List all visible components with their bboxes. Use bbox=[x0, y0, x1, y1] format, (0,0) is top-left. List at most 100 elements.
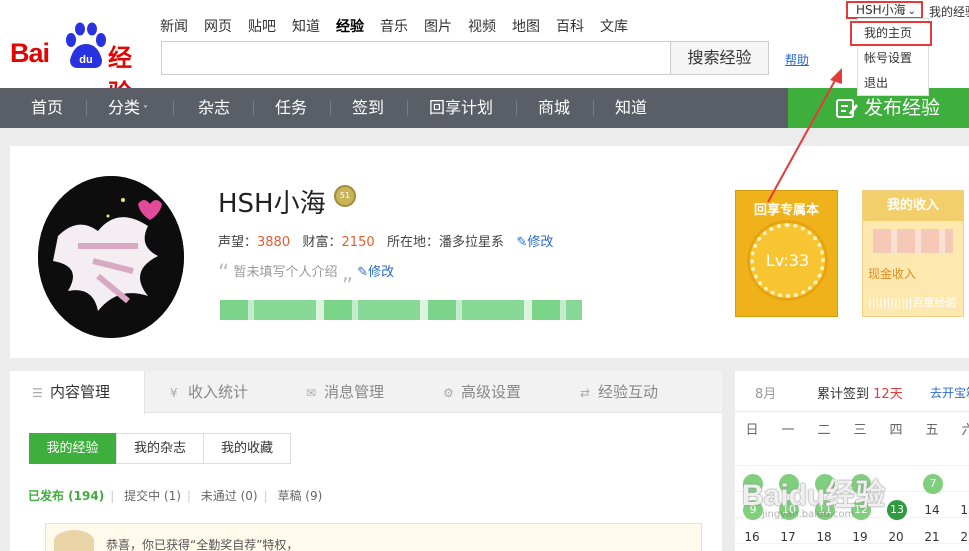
topnav-tieba[interactable]: 贴吧 bbox=[248, 16, 276, 36]
help-link[interactable]: 帮助 bbox=[785, 51, 809, 68]
weekday-label: 四 bbox=[889, 423, 903, 438]
top-nav: 新闻 网页 贴吧 知道 经验 音乐 图片 视频 地图 百科 文库 bbox=[160, 16, 644, 36]
topnav-news[interactable]: 新闻 bbox=[160, 16, 188, 36]
edit-location-label: 修改 bbox=[527, 235, 554, 250]
blurred-income-value bbox=[873, 229, 953, 253]
tab-label: 内容管理 bbox=[50, 383, 111, 401]
mainnav-divider bbox=[407, 100, 408, 116]
level-badge[interactable]: 51 bbox=[334, 185, 356, 207]
edit-intro-link[interactable]: ✎修改 bbox=[357, 265, 394, 280]
share-plan-level: Lv:33 bbox=[765, 251, 810, 270]
user-menu-button[interactable]: HSH小海 ⌄ bbox=[846, 1, 923, 19]
blurred-badges bbox=[220, 300, 582, 320]
tab-advanced-settings[interactable]: ⚙ 高级设置 bbox=[443, 371, 563, 413]
mainnav-signin[interactable]: 签到 bbox=[352, 88, 384, 128]
profile-stats: 声望：3880 财富：2150 所在地：潘多拉星系 ✎修改 bbox=[218, 231, 553, 250]
logo-bai-text: Bai bbox=[10, 38, 50, 68]
user-name: HSH小海 bbox=[856, 3, 906, 17]
topnav-video[interactable]: 视频 bbox=[468, 16, 496, 36]
calendar-day-today[interactable]: 13 bbox=[887, 500, 907, 520]
topnav-zhidao[interactable]: 知道 bbox=[292, 16, 320, 36]
reputation-label: 声望： bbox=[218, 235, 258, 250]
topnav-music[interactable]: 音乐 bbox=[380, 16, 408, 36]
calendar-day-signed[interactable]: 7 bbox=[923, 474, 943, 494]
tab-interaction[interactable]: ⇄ 经验互动 bbox=[580, 371, 700, 413]
gear-icon: ⚙ bbox=[443, 386, 454, 400]
weekday-label: 五 bbox=[925, 423, 939, 438]
filter-draft[interactable]: 草稿 (9) bbox=[277, 489, 322, 503]
calendar-total-prefix: 累计签到 bbox=[817, 387, 870, 402]
mainnav-category-label: 分类 bbox=[108, 98, 141, 117]
watermark-url: jingyan.baidu.com bbox=[762, 509, 855, 520]
mainnav-tasks[interactable]: 任务 bbox=[275, 88, 307, 128]
calendar-day[interactable]: 14 bbox=[914, 498, 950, 522]
subtab-my-favorites[interactable]: 我的收藏 bbox=[203, 433, 291, 464]
calendar-day[interactable]: 18 bbox=[806, 525, 842, 549]
mainnav-divider bbox=[593, 100, 594, 116]
wealth-label: 财富： bbox=[302, 235, 342, 250]
calendar-day[interactable]: 21 bbox=[914, 525, 950, 549]
dropdown-logout[interactable]: 退出 bbox=[858, 71, 928, 96]
tab-income-stats[interactable]: ¥ 收入统计 bbox=[170, 371, 290, 413]
tab-label: 收入统计 bbox=[188, 383, 249, 401]
calendar-day[interactable]: 20 bbox=[878, 525, 914, 549]
share-plan-title: 回享专属本 bbox=[753, 203, 819, 218]
open-treasure-link[interactable]: 去开宝箱 bbox=[930, 384, 969, 401]
share-plan-card[interactable]: 回享专属本 Lv:33 bbox=[735, 190, 838, 317]
calendar-day[interactable]: 16 bbox=[734, 525, 770, 549]
mainnav-magazine[interactable]: 杂志 bbox=[198, 88, 230, 128]
list-icon: ☰ bbox=[32, 386, 43, 400]
topnav-jingyan[interactable]: 经验 bbox=[336, 16, 364, 36]
dropdown-my-homepage[interactable]: 我的主页 bbox=[850, 21, 932, 46]
status-filter: 已发布 (194) | 提交中 (1) | 未通过 (0) | 草稿 (9) bbox=[28, 489, 323, 503]
tab-content-management[interactable]: ☰ 内容管理 bbox=[10, 371, 145, 414]
mainnav-divider bbox=[173, 100, 174, 116]
user-avatar[interactable] bbox=[38, 176, 184, 338]
filter-published[interactable]: 已发布 (194) bbox=[28, 489, 104, 503]
tab-messages[interactable]: ✉ 消息管理 bbox=[306, 371, 426, 413]
profile-intro: “ 暂未填写个人介绍 „ ✎修改 bbox=[218, 261, 394, 286]
calendar-day[interactable]: 19 bbox=[842, 525, 878, 549]
calendar-day[interactable]: 22 bbox=[950, 525, 969, 549]
calendar-total: 累计签到 12天 bbox=[817, 383, 903, 402]
search-button[interactable]: 搜索经验 bbox=[670, 41, 769, 75]
search-input[interactable] bbox=[161, 41, 671, 75]
topnav-wenku[interactable]: 文库 bbox=[600, 16, 628, 36]
income-card[interactable]: 我的收入 现金收入 ||||||||||||百度经验 bbox=[862, 190, 964, 317]
weekday-label: 二 bbox=[817, 423, 831, 438]
filter-rejected[interactable]: 未通过 (0) bbox=[201, 489, 258, 503]
baidu-jingyan-watermark: Baidu经验 bbox=[742, 479, 886, 512]
filter-submitting[interactable]: 提交中 (1) bbox=[124, 489, 181, 503]
calendar-day[interactable]: 17 bbox=[770, 525, 806, 549]
level-ring: Lv:33 bbox=[750, 223, 825, 298]
mainnav-store[interactable]: 商城 bbox=[538, 88, 570, 128]
chevron-down-icon: ⌄ bbox=[907, 6, 917, 17]
weekday-label: 日 bbox=[745, 423, 759, 438]
mainnav-category[interactable]: 分类 ˅ bbox=[108, 88, 148, 128]
baidu-paw-icon: du bbox=[66, 22, 106, 68]
avatar-image bbox=[38, 176, 184, 338]
subtab-my-jingyan[interactable]: 我的经验 bbox=[29, 433, 116, 464]
yen-icon: ¥ bbox=[170, 386, 178, 400]
chevron-down-icon: ˅ bbox=[143, 105, 149, 116]
mainnav-zhidao[interactable]: 知道 bbox=[615, 88, 647, 128]
calendar-day[interactable]: 15 bbox=[950, 498, 969, 522]
topnav-baike[interactable]: 百科 bbox=[556, 16, 584, 36]
subtab-my-magazine[interactable]: 我的杂志 bbox=[116, 433, 204, 464]
location-value: 潘多拉星系 bbox=[439, 235, 505, 250]
mainnav-share-plan[interactable]: 回享计划 bbox=[429, 88, 493, 128]
wealth-value: 2150 bbox=[341, 235, 375, 250]
topnav-web[interactable]: 网页 bbox=[204, 16, 232, 36]
mainnav-divider bbox=[86, 100, 87, 116]
topnav-images[interactable]: 图片 bbox=[424, 16, 452, 36]
mainnav-divider bbox=[253, 100, 254, 116]
my-jingyan-link[interactable]: 我的经验 bbox=[929, 3, 969, 20]
trophy-icon bbox=[54, 530, 94, 551]
mail-icon: ✉ bbox=[306, 386, 317, 400]
profile-username: HSH小海 bbox=[218, 189, 326, 219]
mainnav-home[interactable]: 首页 bbox=[31, 88, 63, 128]
income-footer: ||||||||||||百度经验 bbox=[868, 296, 957, 309]
dropdown-account-settings[interactable]: 帐号设置 bbox=[858, 46, 928, 71]
edit-location-link[interactable]: ✎修改 bbox=[516, 235, 553, 250]
topnav-map[interactable]: 地图 bbox=[512, 16, 540, 36]
